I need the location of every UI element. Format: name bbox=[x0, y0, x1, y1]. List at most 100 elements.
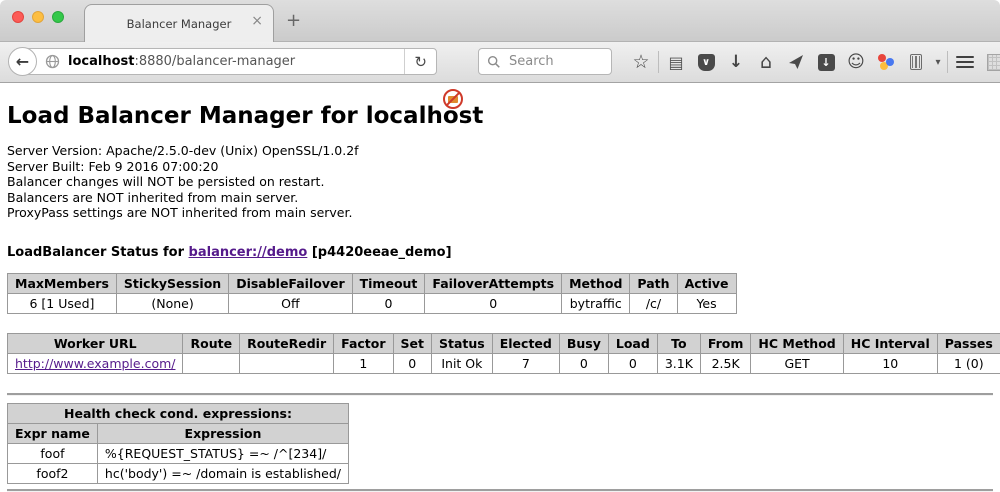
reading-list-icon[interactable]: ▤ bbox=[661, 42, 691, 82]
col-load: Load bbox=[608, 333, 657, 353]
navigation-toolbar: ← localhost:8880/balancer-manager ↻ ☆ ▤ bbox=[0, 42, 1000, 82]
col-routeredir: RouteRedir bbox=[240, 333, 334, 353]
col-route: Route bbox=[183, 333, 240, 353]
cell-method: bytraffic bbox=[562, 293, 630, 313]
reload-icon: ↻ bbox=[414, 53, 427, 71]
balancer-settings-table: MaxMembers StickySession DisableFailover… bbox=[7, 273, 737, 314]
colored-dots-extension-icon[interactable] bbox=[871, 42, 901, 82]
forum-smiley-icon[interactable]: ☺ bbox=[841, 42, 871, 82]
col-set: Set bbox=[393, 333, 431, 353]
url-bar[interactable]: localhost:8880/balancer-manager ↻ bbox=[22, 48, 437, 75]
cell-from: 2.5K bbox=[700, 353, 751, 373]
back-icon: ← bbox=[16, 52, 29, 71]
toolbar-buttons: ☆ ▤ ∨ ↓ ⌂ ↓ ☺ ▾ bbox=[626, 42, 1000, 82]
col-failoverattempts: FailoverAttempts bbox=[425, 273, 562, 293]
server-version-line: Server Version: Apache/2.5.0-dev (Unix) … bbox=[7, 143, 993, 159]
col-disablefailover: DisableFailover bbox=[229, 273, 352, 293]
col-busy: Busy bbox=[559, 333, 608, 353]
window-controls bbox=[12, 11, 64, 23]
table-header-row: MaxMembers StickySession DisableFailover… bbox=[8, 273, 737, 293]
tab-title: Balancer Manager bbox=[127, 17, 232, 31]
col-hc-method: HC Method bbox=[751, 333, 843, 353]
cell-expression: %{REQUEST_STATUS} =~ /^[234]/ bbox=[97, 443, 348, 463]
loadbalancer-status-heading: LoadBalancer Status for balancer://demo … bbox=[7, 245, 993, 260]
cell-disablefailover: Off bbox=[229, 293, 352, 313]
table-row: foof %{REQUEST_STATUS} =~ /^[234]/ bbox=[8, 443, 349, 463]
page-content: Load Balancer Manager for localhost Serv… bbox=[0, 103, 1000, 492]
col-status: Status bbox=[432, 333, 493, 353]
search-bar bbox=[478, 48, 612, 75]
col-worker-url: Worker URL bbox=[8, 333, 183, 353]
col-factor: Factor bbox=[334, 333, 393, 353]
cell-status: Init Ok bbox=[432, 353, 493, 373]
proxypass-note-line: ProxyPass settings are NOT inherited fro… bbox=[7, 205, 993, 221]
balancer-demo-link[interactable]: balancer://demo bbox=[189, 245, 308, 260]
table-row: 6 [1 Used] (None) Off 0 0 bytraffic /c/ … bbox=[8, 293, 737, 313]
cell-path: /c/ bbox=[630, 293, 677, 313]
globe-icon bbox=[45, 54, 60, 69]
new-tab-button[interactable]: + bbox=[286, 10, 301, 31]
col-to: To bbox=[657, 333, 700, 353]
table-header-row: Worker URL Route RouteRedir Factor Set S… bbox=[8, 333, 1000, 353]
col-stickysession: StickySession bbox=[116, 273, 228, 293]
window-close-button[interactable] bbox=[12, 11, 24, 23]
cell-load: 0 bbox=[608, 353, 657, 373]
cell-failoverattempts: 0 bbox=[425, 293, 562, 313]
search-input[interactable] bbox=[507, 53, 603, 70]
cell-active: Yes bbox=[677, 293, 736, 313]
inherit-note-line: Balancers are NOT inherited from main se… bbox=[7, 190, 993, 206]
cell-expression: hc('body') =~ /domain is established/ bbox=[97, 463, 348, 483]
separator-rule bbox=[7, 489, 993, 492]
send-page-icon[interactable] bbox=[781, 42, 811, 82]
col-maxmembers: MaxMembers bbox=[8, 273, 117, 293]
cell-maxmembers: 6 [1 Used] bbox=[8, 293, 117, 313]
search-icon bbox=[487, 55, 501, 69]
pages-grid-icon[interactable] bbox=[980, 42, 1000, 82]
toolbar-separator bbox=[947, 51, 948, 73]
container-extension-icon[interactable] bbox=[901, 42, 931, 82]
col-elected: Elected bbox=[492, 333, 559, 353]
window-zoom-button[interactable] bbox=[52, 11, 64, 23]
downloads-panel-icon[interactable]: ↓ bbox=[811, 42, 841, 82]
url-text: localhost:8880/balancer-manager bbox=[68, 54, 404, 69]
table-row: foof2 hc('body') =~ /domain is establish… bbox=[8, 463, 349, 483]
cell-expr-name: foof2 bbox=[8, 463, 98, 483]
col-path: Path bbox=[630, 273, 677, 293]
overflow-caret-icon[interactable]: ▾ bbox=[931, 42, 945, 82]
cell-hc-method: GET bbox=[751, 353, 843, 373]
worker-url-link[interactable]: http://www.example.com/ bbox=[15, 356, 175, 371]
back-button[interactable]: ← bbox=[8, 47, 37, 76]
col-expr-name: Expr name bbox=[8, 423, 98, 443]
cell-expr-name: foof bbox=[8, 443, 98, 463]
menu-hamburger-icon[interactable] bbox=[950, 42, 980, 82]
health-check-table: Health check cond. expressions: Expr nam… bbox=[7, 403, 349, 484]
col-active: Active bbox=[677, 273, 736, 293]
col-passes: Passes bbox=[937, 333, 1000, 353]
bookmark-star-icon[interactable]: ☆ bbox=[626, 42, 656, 82]
window-minimize-button[interactable] bbox=[32, 11, 44, 23]
col-hc-interval: HC Interval bbox=[843, 333, 937, 353]
cell-timeout: 0 bbox=[352, 293, 425, 313]
download-icon[interactable]: ↓ bbox=[721, 42, 751, 82]
tab-balancer-manager[interactable]: Balancer Manager × bbox=[84, 4, 274, 43]
table-header-row: Expr name Expression bbox=[8, 423, 349, 443]
title-bar: Balancer Manager × + bbox=[0, 0, 1000, 42]
home-icon[interactable]: ⌂ bbox=[751, 42, 781, 82]
cell-hc-interval: 10 bbox=[843, 353, 937, 373]
cell-elected: 7 bbox=[492, 353, 559, 373]
cell-busy: 0 bbox=[559, 353, 608, 373]
toolbar-separator bbox=[658, 51, 659, 73]
tab-close-icon[interactable]: × bbox=[251, 14, 263, 28]
plugin-blocked-icon[interactable] bbox=[443, 89, 463, 109]
cell-routeredir bbox=[240, 353, 334, 373]
page-title: Load Balancer Manager for localhost bbox=[7, 103, 993, 129]
server-info: Server Version: Apache/2.5.0-dev (Unix) … bbox=[7, 143, 993, 221]
cell-stickysession: (None) bbox=[116, 293, 228, 313]
col-method: Method bbox=[562, 273, 630, 293]
worker-status-table: Worker URL Route RouteRedir Factor Set S… bbox=[7, 333, 1000, 374]
pocket-icon[interactable]: ∨ bbox=[691, 42, 721, 82]
reload-button[interactable]: ↻ bbox=[404, 49, 436, 74]
col-expression: Expression bbox=[97, 423, 348, 443]
browser-chrome: Balancer Manager × + ← localhost:8880/ba… bbox=[0, 0, 1000, 83]
cell-set: 0 bbox=[393, 353, 431, 373]
